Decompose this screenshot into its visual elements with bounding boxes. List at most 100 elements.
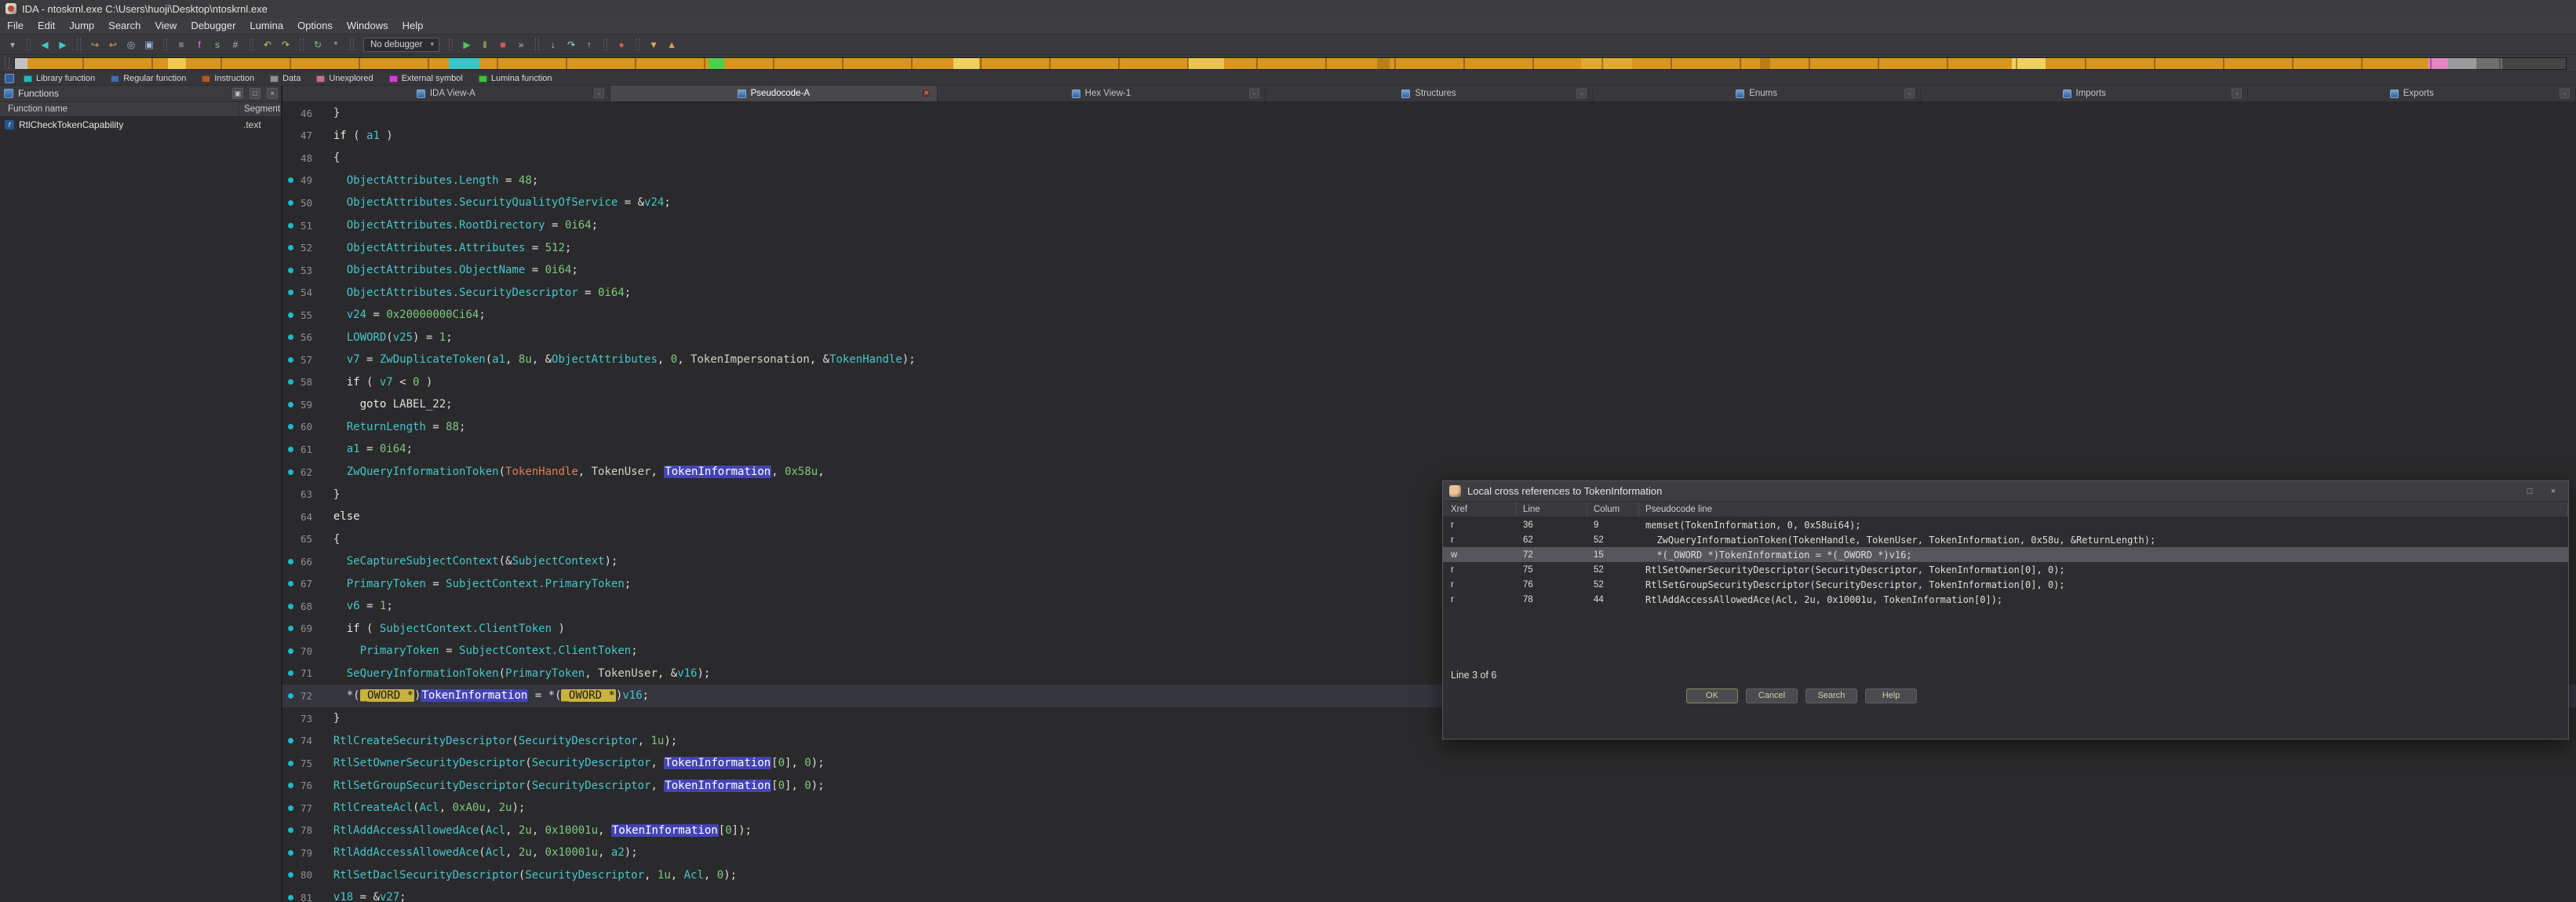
open-subviews-icon[interactable]: ≡	[173, 37, 189, 53]
run-until-return-icon[interactable]: ↑	[581, 37, 597, 53]
column-header-function-name[interactable]: Function name	[0, 104, 239, 114]
strings-window-icon[interactable]: s	[210, 37, 225, 53]
column-header-segment[interactable]: Segment	[239, 102, 281, 116]
undo-icon[interactable]: ↶	[260, 37, 275, 53]
code-line-56[interactable]: 56 LOWORD(v25) = 1;	[282, 326, 2576, 349]
search-button[interactable]: Search	[1805, 688, 1857, 703]
code-line-54[interactable]: 54 ObjectAttributes.SecurityDescriptor =…	[282, 281, 2576, 304]
dialog-close-button[interactable]: ×	[2545, 484, 2562, 498]
menu-item-search[interactable]: Search	[101, 17, 148, 34]
tab-pseudocode-a[interactable]: Pseudocode-A×	[610, 86, 938, 101]
pseudocode-line-column-header[interactable]: Pseudocode line	[1639, 502, 2568, 517]
panel-close-button[interactable]: ×	[267, 88, 278, 99]
quick-access-chevron-icon[interactable]: ▾	[5, 37, 20, 53]
ok-button[interactable]: OK	[1686, 688, 1738, 703]
xref-row-1[interactable]: r369memset(TokenInformation, 0, 0x58ui64…	[1443, 517, 2568, 532]
debugger-selector[interactable]: No debugger▾	[363, 38, 439, 52]
xref-row-5[interactable]: r7652RtlSetGroupSecurityDescriptor(Secur…	[1443, 577, 2568, 592]
cancel-button[interactable]: Cancel	[1746, 688, 1798, 703]
xref-row-4[interactable]: r7552RtlSetOwnerSecurityDescriptor(Secur…	[1443, 562, 2568, 577]
nav-forward-icon[interactable]: ▶	[55, 37, 71, 53]
menu-item-options[interactable]: Options	[290, 17, 340, 34]
menu-item-windows[interactable]: Windows	[340, 17, 395, 34]
tab-hex-view-1[interactable]: Hex View-1▫	[938, 86, 1266, 101]
code-line-57[interactable]: 57 v7 = ZwDuplicateToken(a1, 8u, &Object…	[282, 349, 2576, 371]
step-over-icon[interactable]: ↷	[563, 37, 579, 53]
code-line-53[interactable]: 53 ObjectAttributes.ObjectName = 0i64;	[282, 259, 2576, 282]
menu-item-jump[interactable]: Jump	[62, 17, 101, 34]
nav-back-icon[interactable]: ◀	[37, 37, 53, 53]
lumina-push-icon[interactable]: ▲	[664, 37, 680, 53]
code-line-80[interactable]: 80 RtlSetDaclSecurityDescriptor(Security…	[282, 864, 2576, 887]
code-line-55[interactable]: 55 v24 = 0x20000000Ci64;	[282, 304, 2576, 327]
tab-ida-view-a[interactable]: IDA View-A▫	[282, 86, 610, 101]
code-line-51[interactable]: 51 ObjectAttributes.RootDirectory = 0i64…	[282, 214, 2576, 237]
tab-exports[interactable]: Exports▫	[2248, 86, 2576, 101]
tab-detach-button[interactable]: ▫	[594, 89, 604, 99]
panel-maximize-button[interactable]: □	[250, 88, 261, 99]
code-line-59[interactable]: 59 goto LABEL_22;	[282, 393, 2576, 416]
navigator-band[interactable]	[14, 57, 2567, 70]
breakpoint-icon[interactable]: ●	[614, 37, 629, 53]
code-line-79[interactable]: 79 RtlAddAccessAllowedAce(Acl, 2u, 0x100…	[282, 842, 2576, 864]
menu-item-view[interactable]: View	[148, 17, 184, 34]
jump-xref-icon[interactable]: ↩	[105, 37, 121, 53]
code-line-62[interactable]: 62 ZwQueryInformationToken(TokenHandle, …	[282, 461, 2576, 484]
xref-row-3[interactable]: w7215 *(_OWORD *)TokenInformation = *(_O…	[1443, 547, 2568, 562]
jump-address-icon[interactable]: ↪	[87, 37, 103, 53]
code-line-49[interactable]: 49 ObjectAttributes.Length = 48;	[282, 170, 2576, 192]
tab-structures[interactable]: Structures▫	[1266, 86, 1594, 101]
tab-detach-button[interactable]: ▫	[1576, 89, 1587, 99]
code-line-81[interactable]: 81 v18 = &v27;	[282, 886, 2576, 902]
function-row[interactable]: fRtlCheckTokenCapability.text	[0, 117, 281, 132]
tab-detach-button[interactable]: ▫	[1249, 89, 1259, 99]
code-line-48[interactable]: 48 {	[282, 147, 2576, 170]
redo-icon[interactable]: ↷	[278, 37, 293, 53]
menu-item-edit[interactable]: Edit	[31, 17, 62, 34]
code-line-60[interactable]: 60 ReturnLength = 88;	[282, 416, 2576, 439]
stop-process-icon[interactable]: ■	[495, 37, 511, 53]
xref-column-header[interactable]: Xref	[1443, 502, 1517, 517]
xref-row-6[interactable]: r7844RtlAddAccessAllowedAce(Acl, 2u, 0x1…	[1443, 592, 2568, 607]
code-line-76[interactable]: 76 RtlSetGroupSecurityDescriptor(Securit…	[282, 774, 2576, 797]
menu-item-help[interactable]: Help	[395, 17, 431, 34]
xref-pseudocode: ZwQueryInformationToken(TokenHandle, Tok…	[1639, 535, 2568, 546]
code-token: ,	[650, 780, 664, 792]
code-line-58[interactable]: 58 if ( v7 < 0 )	[282, 371, 2576, 394]
xref-row-2[interactable]: r6252 ZwQueryInformationToken(TokenHandl…	[1443, 532, 2568, 547]
search-text-icon[interactable]: ◎	[123, 37, 139, 53]
menu-item-file[interactable]: File	[0, 17, 31, 34]
functions-window-icon[interactable]: f	[191, 37, 207, 53]
line-column-header[interactable]: Line	[1517, 502, 1587, 517]
attach-process-icon[interactable]: »	[513, 37, 529, 53]
panel-list-button[interactable]: ▣	[232, 88, 243, 99]
pause-process-icon[interactable]: ‖	[477, 37, 493, 53]
dialog-maximize-button[interactable]: □	[2521, 484, 2538, 498]
hex-dump-icon[interactable]: #	[228, 37, 243, 53]
code-line-77[interactable]: 77 RtlCreateAcl(Acl, 0xA0u, 2u);	[282, 797, 2576, 820]
code-line-52[interactable]: 52 ObjectAttributes.Attributes = 512;	[282, 236, 2576, 259]
code-line-50[interactable]: 50 ObjectAttributes.SecurityQualityOfSer…	[282, 192, 2576, 214]
tab-detach-button[interactable]: ▫	[2560, 89, 2570, 99]
menu-item-debugger[interactable]: Debugger	[184, 17, 242, 34]
tab-imports[interactable]: Imports▫	[1921, 86, 2249, 101]
code-line-75[interactable]: 75 RtlSetOwnerSecurityDescriptor(Securit…	[282, 752, 2576, 775]
step-into-icon[interactable]: ↓	[545, 37, 561, 53]
code-line-47[interactable]: 47 if ( a1 )	[282, 125, 2576, 148]
tab-detach-button[interactable]: ▫	[2232, 89, 2242, 99]
lumina-pull-icon[interactable]: ▼	[646, 37, 661, 53]
column-column-header[interactable]: Colum	[1587, 502, 1639, 517]
code-line-61[interactable]: 61 a1 = 0i64;	[282, 438, 2576, 461]
menu-item-lumina[interactable]: Lumina	[242, 17, 290, 34]
options-icon[interactable]: *	[328, 37, 344, 53]
tab-enums[interactable]: Enums▫	[1593, 86, 1921, 101]
tab-close-button[interactable]: ×	[921, 89, 931, 99]
code-line-46[interactable]: 46 }	[282, 102, 2576, 125]
start-process-icon[interactable]: ▶	[459, 37, 475, 53]
navigator-grip[interactable]	[5, 58, 9, 69]
help-button[interactable]: Help	[1865, 688, 1917, 703]
search-binary-icon[interactable]: ▣	[141, 37, 157, 53]
code-line-78[interactable]: 78 RtlAddAccessAllowedAce(Acl, 2u, 0x100…	[282, 820, 2576, 842]
tab-detach-button[interactable]: ▫	[1904, 89, 1915, 99]
reanalyze-icon[interactable]: ↻	[310, 37, 326, 53]
